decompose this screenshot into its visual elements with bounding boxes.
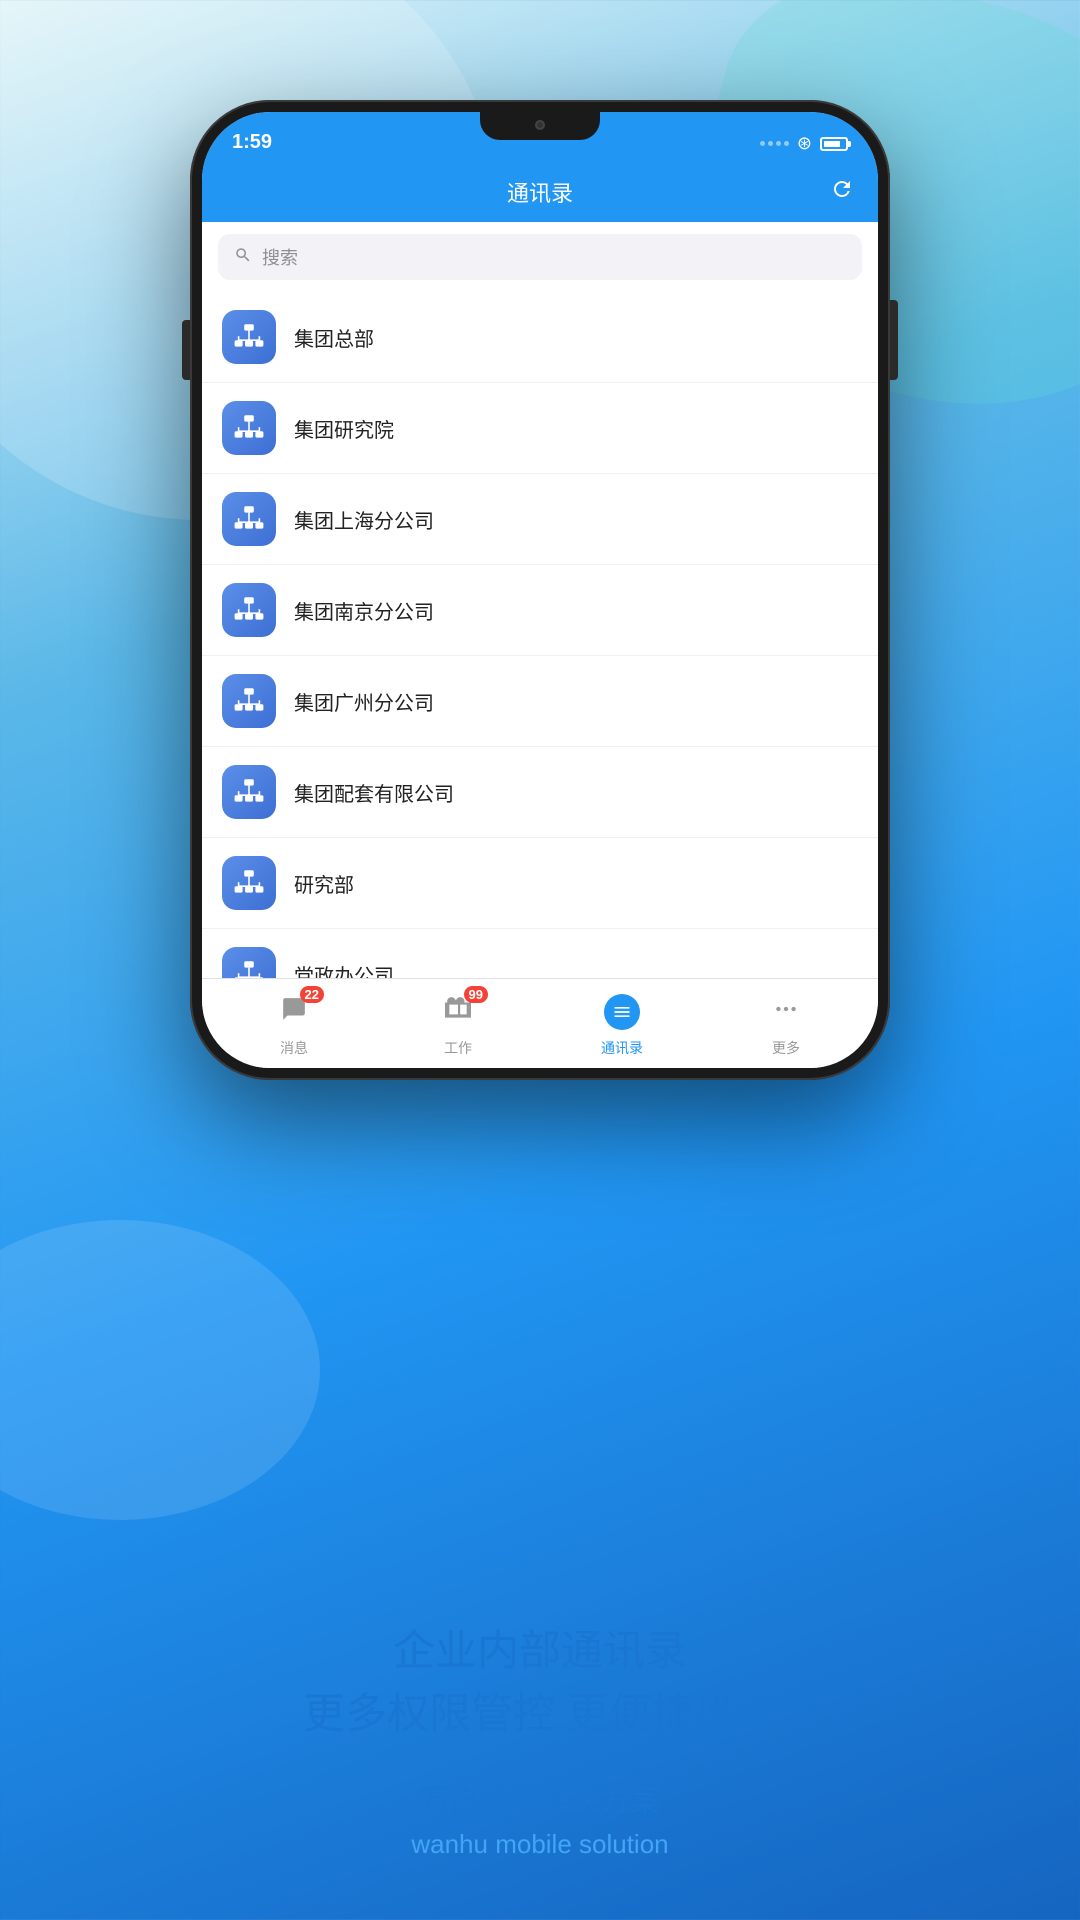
list-item[interactable]: 集团研究院 [202, 383, 878, 474]
tab-label-contacts: 通讯录 [601, 1038, 643, 1058]
status-icons: ⊛ [760, 133, 848, 154]
phone-frame: 1:59 ⊛ [190, 100, 890, 1080]
search-placeholder: 搜索 [262, 244, 298, 270]
tab-label-messages: 消息 [280, 1038, 308, 1058]
list-item-label: 研究部 [294, 869, 354, 898]
search-container: 搜索 [202, 222, 878, 292]
wifi-icon: ⊛ [797, 133, 812, 154]
list-item[interactable]: 集团南京分公司 [202, 565, 878, 656]
status-time: 1:59 [232, 131, 272, 154]
org-icon [222, 765, 276, 819]
brand-en: wanhu mobile solution [0, 1829, 1080, 1860]
tab-badge-work: 99 [464, 986, 488, 1003]
tab-icon-work: 99 [436, 990, 480, 1034]
org-icon [222, 674, 276, 728]
battery-icon [820, 137, 848, 151]
list-item-label: 集团研究院 [294, 414, 394, 443]
list-item[interactable]: 集团上海分公司 [202, 474, 878, 565]
tab-icon-messages: 22 [272, 990, 316, 1034]
bottom-section: 企业内部通讯录 更多权限管控 更便捷找人 万户移动解决方案 wanhu mobi… [0, 1619, 1080, 1860]
list-item[interactable]: 集团配套有限公司 [202, 747, 878, 838]
tab-bar: 22 消息 99 工作 通讯录 更多 [202, 978, 878, 1068]
list-item[interactable]: 党政办公司 [202, 929, 878, 978]
contact-list: 集团总部 集团研究院 集团上海分公司 集团南京分公司 集团广州分公司 [202, 292, 878, 978]
phone-screen: 1:59 ⊛ [202, 112, 878, 1068]
list-item-label: 集团总部 [294, 323, 374, 352]
phone-mockup: 1:59 ⊛ [190, 100, 890, 1080]
org-icon [222, 401, 276, 455]
camera [535, 120, 545, 130]
list-item-label: 集团配套有限公司 [294, 778, 454, 807]
tab-label-more: 更多 [772, 1038, 800, 1058]
tab-icon-more [764, 990, 808, 1034]
tab-contacts[interactable]: 通讯录 [540, 990, 704, 1058]
notch [480, 112, 600, 140]
tab-more[interactable]: 更多 [704, 990, 868, 1058]
search-icon [234, 246, 252, 269]
tab-messages[interactable]: 22 消息 [212, 990, 376, 1058]
list-item[interactable]: 集团总部 [202, 292, 878, 383]
list-item-label: 党政办公司 [294, 960, 394, 979]
app-header: 通讯录 [202, 162, 878, 222]
org-icon [222, 856, 276, 910]
refresh-button[interactable] [830, 177, 854, 207]
tab-work[interactable]: 99 工作 [376, 990, 540, 1058]
tab-icon-contacts [600, 990, 644, 1034]
org-icon [222, 947, 276, 978]
search-bar[interactable]: 搜索 [218, 234, 862, 280]
list-item[interactable]: 集团广州分公司 [202, 656, 878, 747]
org-icon [222, 492, 276, 546]
tab-badge-messages: 22 [300, 986, 324, 1003]
org-icon [222, 583, 276, 637]
list-item[interactable]: 研究部 [202, 838, 878, 929]
tab-label-work: 工作 [444, 1038, 472, 1058]
header-title: 通讯录 [507, 176, 573, 208]
org-icon [222, 310, 276, 364]
brand-cn: 万户移动解决方案 [0, 1775, 1080, 1829]
list-item-label: 集团广州分公司 [294, 687, 434, 716]
list-item-label: 集团南京分公司 [294, 596, 434, 625]
list-item-label: 集团上海分公司 [294, 505, 434, 534]
headline: 企业内部通讯录 更多权限管控 更便捷找人 [0, 1619, 1080, 1745]
signal-icon [760, 141, 789, 146]
